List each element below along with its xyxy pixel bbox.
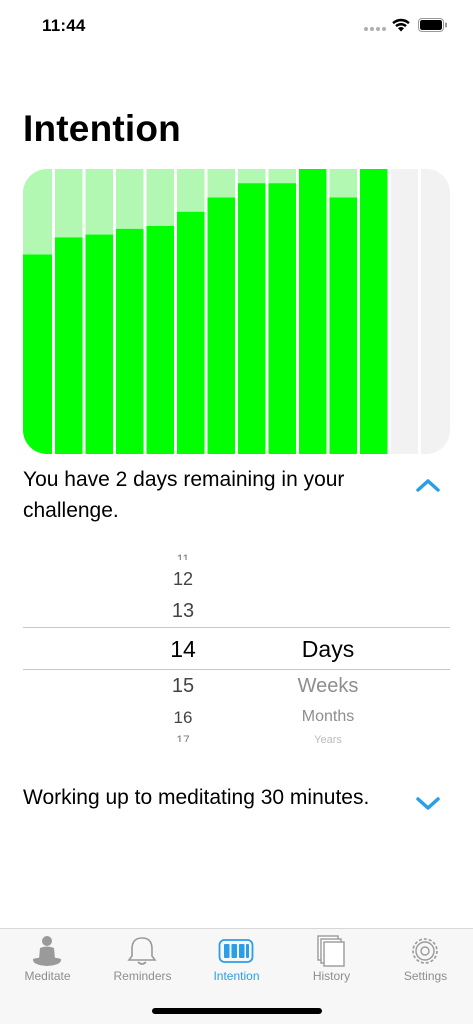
chart-bar-completed — [116, 228, 144, 454]
gear-icon — [412, 938, 438, 964]
tab-label: Meditate — [24, 969, 71, 983]
wifi-icon — [392, 18, 410, 32]
chart-bar-remaining — [85, 169, 113, 235]
chart-bar-completed — [85, 234, 113, 454]
chart-column-separator — [52, 169, 55, 454]
bell-icon — [127, 937, 157, 965]
picker-unit-item[interactable]: Years — [228, 734, 428, 743]
tab-label: Reminders — [113, 969, 172, 983]
duration-picker[interactable]: 11 12 13 14 15 16 17 Days Weeks Months Y… — [23, 548, 450, 748]
chart-bar-remaining — [146, 169, 174, 226]
chart-column-separator — [296, 169, 299, 454]
chart-column-separator — [387, 169, 391, 454]
chart-column-separator — [82, 169, 86, 454]
chart-bar-completed — [268, 183, 296, 454]
progress-chart-svg — [23, 169, 449, 454]
chart-bar-completed — [238, 183, 266, 454]
picker-number-item[interactable]: 11 — [23, 552, 343, 560]
tab-reminders[interactable]: Reminders — [95, 929, 190, 989]
tab-label: History — [312, 969, 351, 983]
chart-column-separator — [204, 169, 208, 454]
status-bar: 11:44 — [0, 0, 473, 52]
chart-bar-remaining — [238, 169, 266, 184]
chart-bar-completed — [146, 226, 174, 454]
tab-label: Intention — [213, 969, 260, 983]
battery-icon — [418, 18, 447, 32]
tab-meditate[interactable]: Meditate — [0, 929, 95, 989]
chart-column-separator — [235, 169, 238, 454]
picker-selection-top-line — [23, 627, 450, 628]
chevron-down-icon[interactable] — [414, 794, 442, 812]
chart-column-separator — [357, 169, 360, 454]
picker-unit-item[interactable]: Months — [228, 708, 428, 726]
picker-unit-item[interactable]: Weeks — [228, 675, 428, 698]
chart-bar-empty — [390, 169, 418, 454]
chart-bar-completed — [329, 197, 357, 454]
status-time: 11:44 — [42, 16, 86, 35]
chart-column-separator — [418, 169, 421, 454]
tab-settings[interactable]: Settings — [378, 929, 473, 989]
chart-column-separator — [265, 169, 269, 454]
chart-column-separator — [174, 169, 177, 454]
picker-selected-unit[interactable]: Days — [228, 636, 428, 663]
page-title: Intention — [23, 108, 181, 149]
signal-icon — [364, 27, 386, 33]
tab-intention[interactable]: Intention — [189, 929, 284, 989]
chart-bar-remaining — [177, 169, 205, 212]
chevron-up-icon[interactable] — [414, 476, 442, 494]
tab-label: Settings — [403, 969, 448, 983]
progress-chart — [23, 169, 450, 454]
tab-history[interactable]: History — [284, 929, 379, 989]
meditate-icon — [32, 936, 62, 966]
picker-number-item[interactable]: 12 — [23, 569, 343, 590]
intention-goal-text: Working up to meditating 30 minutes. — [23, 786, 370, 809]
chart-bar-remaining — [55, 169, 83, 238]
chart-bar-completed — [207, 197, 235, 454]
picker-number-item[interactable]: 13 — [23, 600, 343, 623]
chart-bar-completed — [177, 211, 205, 454]
chart-bar-remaining — [116, 169, 144, 229]
picker-selection-bottom-line — [23, 669, 450, 670]
challenge-remaining-text: You have 2 days remaining in your challe… — [23, 468, 345, 522]
chart-bar-remaining — [207, 169, 235, 198]
chart-bar-remaining — [329, 169, 357, 198]
chart-column-separator — [113, 169, 116, 454]
chart-column-separator — [143, 169, 147, 454]
chart-bar-completed — [360, 169, 388, 454]
chart-bar-empty — [421, 169, 449, 454]
history-icon — [317, 935, 345, 967]
chart-column-separator — [326, 169, 330, 454]
intention-icon — [218, 939, 254, 963]
chart-bar-remaining — [268, 169, 296, 184]
chart-bar-remaining — [23, 169, 52, 255]
chart-bar-completed — [23, 254, 52, 454]
chart-bar-completed — [55, 237, 83, 454]
chart-bar-completed — [299, 169, 327, 454]
home-indicator — [152, 1008, 322, 1014]
